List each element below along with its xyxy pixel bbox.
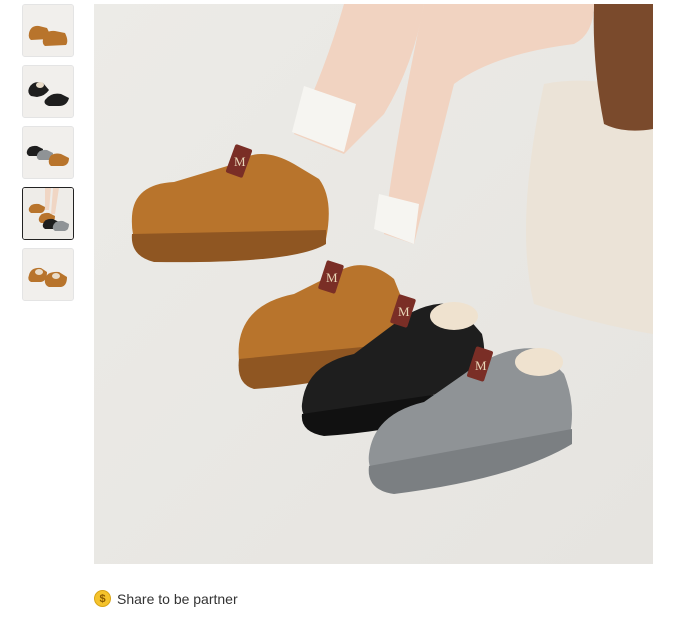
share-partner-link[interactable]: $ Share to be partner bbox=[94, 590, 238, 607]
badge-letter-3: M bbox=[398, 304, 410, 319]
thumbnail-1[interactable] bbox=[22, 4, 74, 57]
badge-letter-1: M bbox=[234, 154, 246, 169]
share-partner-label: Share to be partner bbox=[117, 590, 238, 607]
badge-letter-2: M bbox=[326, 270, 338, 285]
thumbnail-2[interactable] bbox=[22, 65, 74, 118]
thumbnail-list bbox=[22, 4, 74, 309]
main-product-image[interactable]: M M M M bbox=[94, 4, 653, 564]
thumbnail-4[interactable] bbox=[22, 187, 74, 240]
badge-letter-4: M bbox=[475, 358, 487, 373]
coin-icon: $ bbox=[94, 590, 111, 607]
thumbnail-3[interactable] bbox=[22, 126, 74, 179]
thumbnail-5[interactable] bbox=[22, 248, 74, 301]
